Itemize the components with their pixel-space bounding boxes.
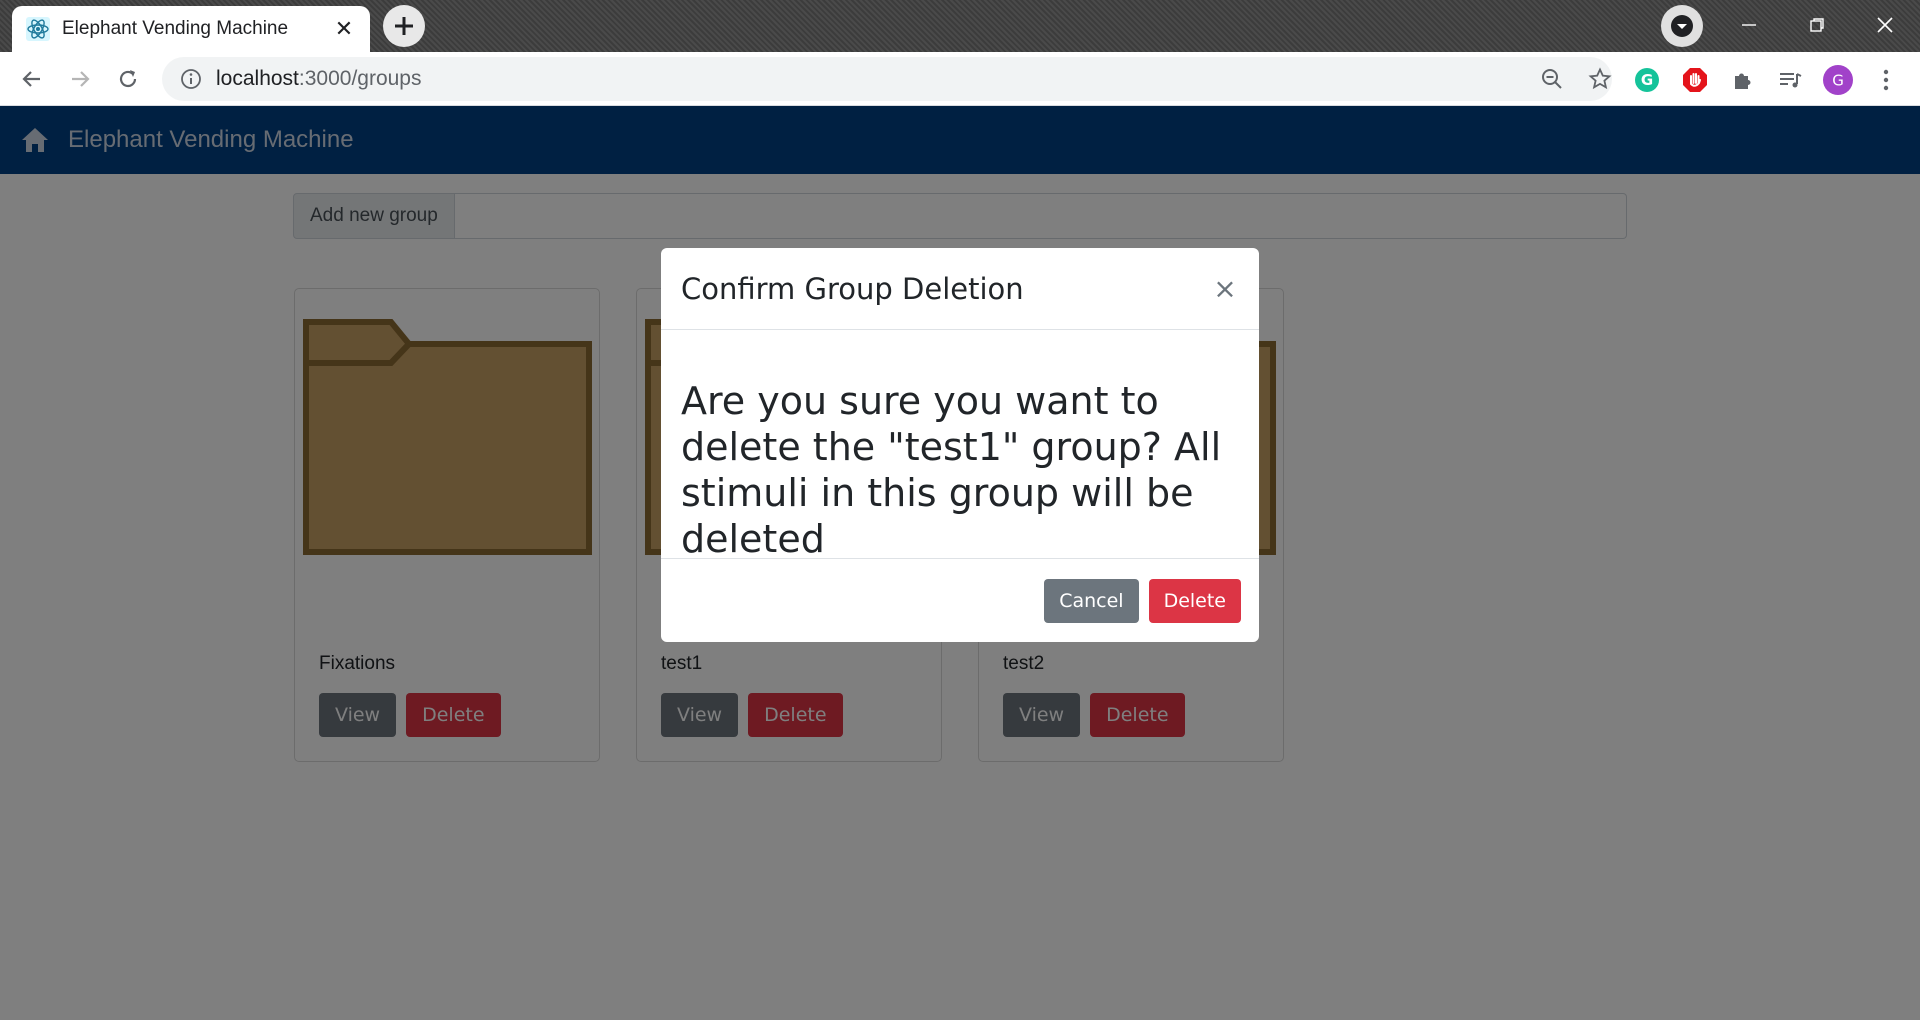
confirm-delete-dialog: Confirm Group Deletion × Are you sure yo… (661, 248, 1259, 642)
zoom-button[interactable] (1538, 65, 1566, 93)
adblock-extension-button[interactable] (1679, 64, 1711, 96)
kebab-menu-icon (1883, 69, 1889, 91)
forward-button[interactable] (62, 61, 98, 97)
new-tab-button[interactable] (383, 5, 425, 47)
browser-titlebar: Elephant Vending Machine ✕ (0, 0, 1920, 52)
modal-header: Confirm Group Deletion × (661, 248, 1259, 330)
back-button[interactable] (14, 61, 50, 97)
puzzle-icon (1735, 73, 1751, 89)
stop-hand-icon (1683, 68, 1707, 92)
browser-menu-button[interactable] (1870, 64, 1902, 96)
arrow-right-icon (72, 71, 90, 87)
arrow-left-icon (22, 71, 40, 87)
modal-title: Confirm Group Deletion (681, 271, 1024, 306)
close-window-button[interactable] (1865, 8, 1905, 42)
info-icon[interactable] (180, 68, 202, 90)
react-icon (26, 17, 50, 41)
browser-tab[interactable]: Elephant Vending Machine ✕ (12, 6, 370, 52)
restore-button[interactable] (1797, 8, 1837, 42)
reload-icon (119, 70, 137, 88)
minimize-button[interactable] (1729, 8, 1769, 42)
modal-footer: Cancel Delete (661, 559, 1259, 642)
plus-icon (395, 17, 413, 35)
reload-button[interactable] (110, 61, 146, 97)
confirmation-message: Are you sure you want to delete the "tes… (681, 379, 1222, 561)
playlist-icon (1780, 73, 1802, 88)
extensions-button[interactable] (1727, 64, 1759, 96)
grammarly-extension-button[interactable]: G (1631, 64, 1663, 96)
tab-close-icon[interactable]: ✕ (332, 17, 356, 41)
chevron-down-icon (1671, 15, 1693, 37)
tab-title: Elephant Vending Machine (62, 18, 289, 39)
avatar-icon: G (1823, 65, 1853, 95)
svg-text:G: G (1832, 72, 1844, 90)
tab-search-button[interactable] (1661, 5, 1703, 47)
modal-body: Are you sure you want to delete the "tes… (661, 330, 1259, 561)
confirm-delete-button[interactable]: Delete (1148, 578, 1241, 623)
media-control-button[interactable] (1775, 64, 1807, 96)
profile-avatar[interactable]: G (1822, 64, 1854, 96)
address-bar[interactable]: localhost:3000/groups (162, 57, 1612, 101)
minimize-icon (1742, 24, 1756, 26)
star-icon (1588, 67, 1612, 90)
cancel-button[interactable]: Cancel (1044, 578, 1139, 623)
page-content: Elephant Vending Machine Add new group F… (0, 106, 1920, 1020)
restore-icon (1810, 18, 1824, 32)
url-text: localhost:3000/groups (216, 67, 422, 90)
grammarly-icon: G (1635, 68, 1659, 92)
browser-toolbar: localhost:3000/groups G G (0, 52, 1920, 106)
zoom-out-icon (1542, 69, 1562, 89)
bookmark-button[interactable] (1586, 65, 1614, 93)
close-icon[interactable]: × (1211, 272, 1239, 305)
close-icon (1877, 17, 1893, 33)
svg-text:G: G (1641, 71, 1653, 89)
